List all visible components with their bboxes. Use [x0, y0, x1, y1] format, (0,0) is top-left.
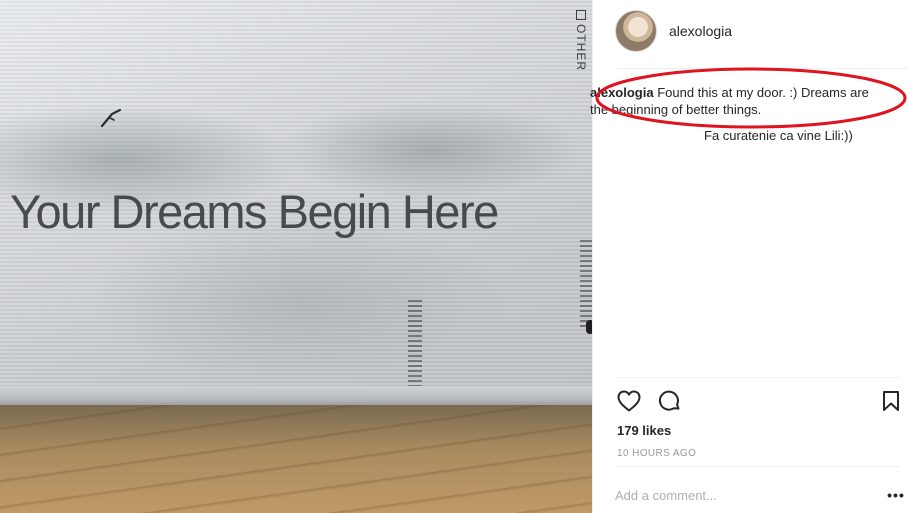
box-scribble-mark [100, 108, 122, 128]
post-sidebar: alexologia alexologia Found this at my d… [590, 0, 908, 513]
reply-comment: Fa curatenie ca vine Lili:)) [704, 128, 853, 143]
post-header: alexologia [593, 0, 908, 62]
box-headline-text: Your Dreams Begin Here [10, 185, 499, 238]
divider [615, 466, 900, 467]
box-print-marks [580, 240, 592, 330]
bookmark-icon [883, 391, 899, 411]
checkbox-print-icon [576, 10, 586, 20]
heart-icon [617, 390, 641, 412]
avatar[interactable] [615, 10, 657, 52]
comment-button[interactable] [656, 387, 684, 415]
post-photo[interactable]: Your Dreams Begin Here OTHER [0, 0, 592, 513]
likes-count[interactable]: 179 likes [617, 423, 671, 438]
speech-bubble-icon [658, 390, 680, 411]
more-options-icon[interactable]: ••• [887, 486, 905, 504]
post-timestamp[interactable]: 10 HOURS AGO [617, 448, 696, 459]
add-comment-input[interactable] [615, 484, 865, 506]
divider [615, 68, 908, 69]
box-print-marks [408, 300, 422, 386]
divider [615, 377, 900, 378]
post-actions [615, 387, 905, 415]
caption-comment: alexologia Found this at my door. :) Dre… [590, 84, 886, 118]
like-button[interactable] [615, 387, 643, 415]
save-button[interactable] [877, 387, 905, 415]
box-side-label-text: OTHER [574, 24, 588, 71]
box-side-label: OTHER [571, 10, 591, 80]
caption-username[interactable]: alexologia [590, 85, 654, 100]
header-username[interactable]: alexologia [669, 23, 732, 39]
wood-floor [0, 405, 592, 513]
